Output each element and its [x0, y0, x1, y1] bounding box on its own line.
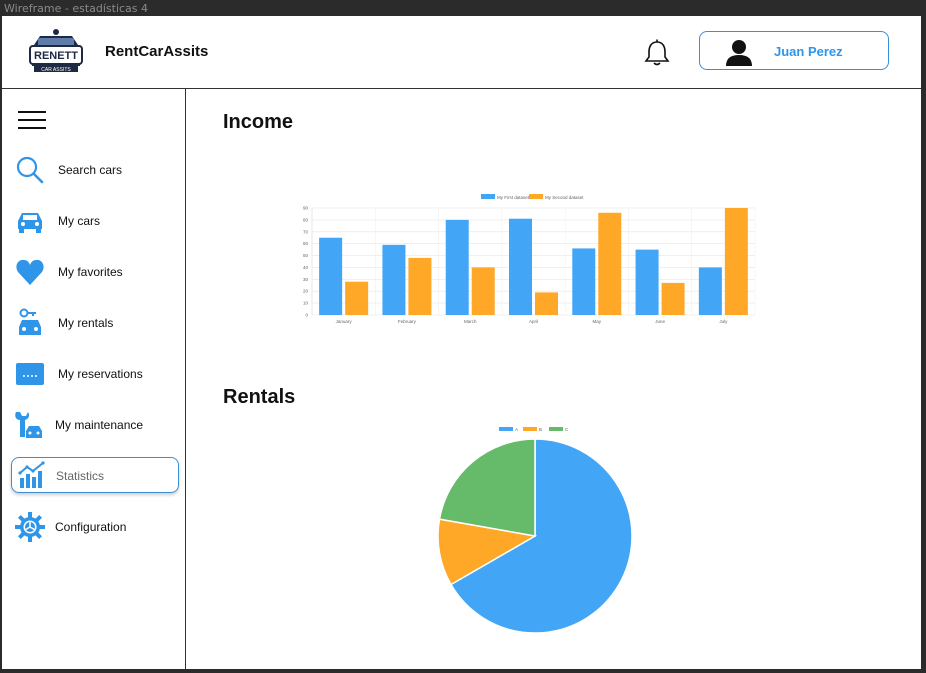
x-tick-label: January: [336, 319, 353, 324]
y-tick-label: 30: [303, 277, 309, 282]
sidebar-item-statistics[interactable]: Statistics: [11, 457, 179, 493]
bar: [635, 249, 659, 315]
y-tick-label: 40: [303, 265, 309, 270]
income-title: Income: [223, 111, 294, 133]
window-title: Wireframe - estadísticas 4: [4, 2, 149, 15]
bar: [661, 282, 685, 315]
x-tick-label: June: [655, 319, 665, 324]
y-tick-label: 20: [303, 289, 309, 294]
y-tick-label: 50: [303, 253, 309, 258]
gear-icon: [15, 512, 45, 542]
bar: [382, 244, 406, 315]
app-window: RENETT CAR ASSITS RentCarAssits Juan Per…: [2, 16, 921, 669]
sidebar-item-label: Configuration: [55, 520, 127, 534]
y-tick-label: 10: [303, 301, 309, 306]
income-bar-chart: My First dataset My Second dataset 0 10 20 30…: [303, 194, 756, 324]
x-tick-label: March: [464, 319, 477, 324]
sidebar-item-label: Search cars: [58, 163, 123, 177]
bar: [445, 219, 469, 315]
key-car-icon: [19, 308, 41, 335]
sidebar: Search cars My cars My favorites My rent…: [2, 89, 186, 669]
sidebar-item-label: My rentals: [58, 316, 114, 330]
chart-legend: My First dataset My Second dataset: [481, 194, 584, 200]
user-avatar-icon: [726, 40, 752, 66]
chart-legend: A B C: [499, 427, 569, 432]
bar: [535, 292, 558, 315]
y-tick-label: 90: [303, 206, 309, 211]
legend-label: My Second dataset: [545, 195, 584, 200]
menu-icon[interactable]: [18, 111, 46, 131]
sidebar-item-my-reservations[interactable]: My reservations: [11, 356, 179, 392]
sidebar-item-my-favorites[interactable]: My favorites: [11, 254, 179, 290]
legend-swatch: [523, 427, 537, 431]
sidebar-item-label: My favorites: [58, 265, 123, 279]
user-name: Juan Perez: [774, 44, 843, 59]
sidebar-item-label: My reservations: [58, 367, 143, 381]
y-tick-label: 60: [303, 241, 309, 246]
bar: [408, 257, 432, 315]
sidebar-item-search-cars[interactable]: Search cars: [11, 152, 179, 188]
reservation-icon: [16, 363, 44, 385]
rentals-title: Rentals: [223, 386, 296, 408]
svg-text:CAR ASSITS: CAR ASSITS: [41, 67, 71, 73]
sidebar-item-label: Statistics: [56, 469, 105, 483]
bar: [698, 267, 722, 315]
legend-label: A: [515, 427, 518, 432]
car-icon: [18, 213, 42, 233]
bar: [572, 248, 596, 315]
legend-label: My First dataset: [497, 195, 530, 200]
bar: [319, 237, 343, 315]
sidebar-item-label: My cars: [58, 214, 100, 228]
bar: [598, 212, 622, 315]
legend-swatch: [481, 194, 495, 199]
bar: [471, 267, 495, 315]
sidebar-item-my-cars[interactable]: My cars: [11, 203, 179, 239]
bar: [724, 208, 748, 315]
x-tick-label: April: [529, 319, 538, 324]
bar: [509, 218, 532, 315]
chart-icon: [18, 461, 45, 488]
user-profile-button[interactable]: Juan Perez: [699, 31, 889, 70]
header: RENETT CAR ASSITS RentCarAssits Juan Per…: [2, 16, 921, 89]
renett-logo: RENETT CAR ASSITS: [29, 29, 83, 73]
wrench-car-icon: [15, 412, 42, 438]
legend-swatch: [529, 194, 543, 199]
brand-name: RentCarAssits: [105, 43, 209, 60]
y-tick-label: 0: [305, 313, 308, 318]
bar: [345, 281, 369, 315]
sidebar-item-configuration[interactable]: Configuration: [11, 509, 179, 545]
y-tick-label: 80: [303, 217, 309, 222]
heart-icon: [16, 259, 44, 285]
rentals-pie-chart: A B C: [437, 427, 633, 634]
sidebar-item-my-maintenance[interactable]: My maintenance: [11, 407, 179, 443]
legend-label: C: [565, 427, 569, 432]
legend-label: B: [539, 427, 542, 432]
pie-slice: [438, 438, 536, 537]
x-tick-label: July: [719, 319, 728, 324]
sidebar-item-label: My maintenance: [55, 418, 144, 432]
bell-icon[interactable]: [642, 38, 672, 68]
legend-swatch: [549, 427, 563, 431]
sidebar-item-my-rentals[interactable]: My rentals: [11, 305, 179, 341]
x-tick-label: May: [593, 319, 602, 324]
y-tick-label: 70: [303, 229, 309, 234]
legend-swatch: [499, 427, 513, 431]
search-icon: [16, 156, 44, 184]
svg-text:RENETT: RENETT: [34, 50, 78, 62]
x-tick-label: February: [398, 319, 417, 324]
